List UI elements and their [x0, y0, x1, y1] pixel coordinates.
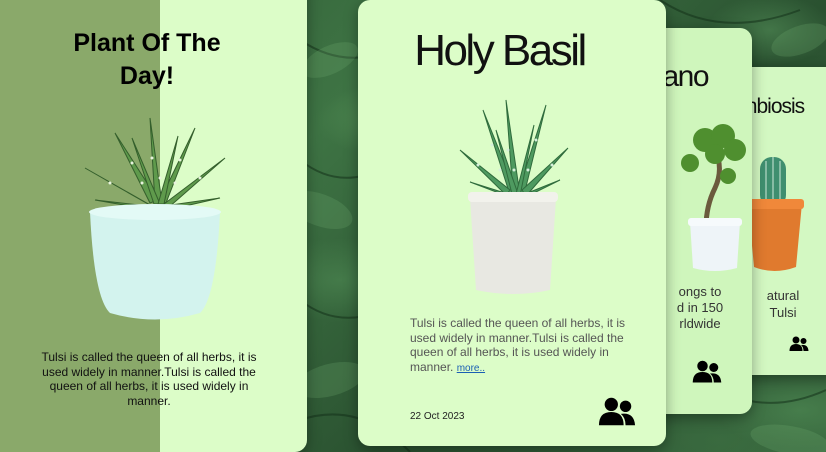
plant-card-2[interactable]: Holy Basil Tulsi is called the queen of … [358, 0, 666, 446]
card-title: Holy Basil [414, 26, 587, 75]
aloe-plant-in-white-pot-icon [84, 117, 226, 320]
more-link[interactable]: more.. [457, 363, 485, 374]
card-description-text: Tulsi is called the queen of all herbs, … [410, 316, 625, 374]
bonsai-in-white-pot-icon [681, 124, 746, 271]
card-title: Plant Of The Day! [73, 29, 221, 90]
people-group-icon[interactable] [598, 396, 636, 428]
plant-card-1[interactable]: Plant Of The Day! Tulsi is called the qu… [0, 0, 307, 452]
people-group-icon[interactable] [789, 336, 809, 352]
aloe-plant-in-concrete-pot-icon [459, 99, 569, 294]
card-description: Tulsi is called the queen of all herbs, … [410, 316, 634, 376]
people-group-icon[interactable] [692, 360, 722, 384]
card-date: 22 Oct 2023 [410, 411, 465, 422]
card-description: Tulsi is called the queen of all herbs, … [41, 350, 257, 408]
